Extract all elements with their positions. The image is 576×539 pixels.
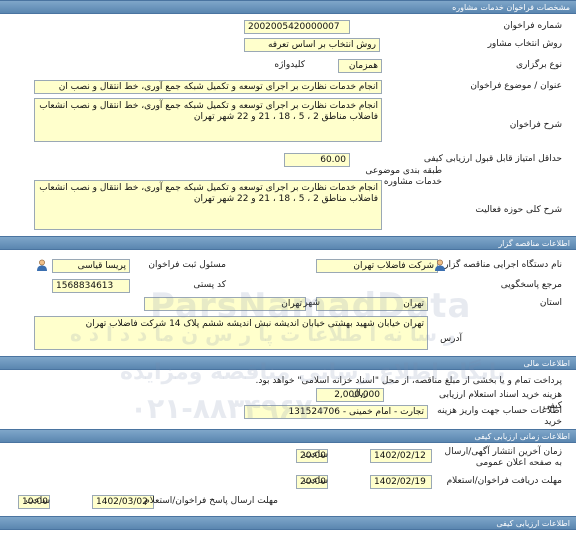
section-header-timing: اطلاعات زمانی ارزیابی کیفی (0, 429, 576, 443)
description-label: شرح فراخوان (509, 120, 562, 130)
last-publish-date: 1402/02/12 (370, 449, 432, 463)
watermark-line2: پایگاه اطلاع رسانی مناقصه ومزایده (120, 360, 506, 385)
receive-deadline-date: 1402/02/19 (370, 475, 432, 489)
user-icon[interactable] (434, 259, 446, 271)
watermark-phone: ۰۲۱-۸۸۳۴۹۶۷۰ (130, 392, 330, 425)
min-score-label: حداقل امتیاز قابل قبول ارزیابی کیفی (423, 154, 562, 164)
watermark-line1: ر سا نه ا طلاعا ت پا ر س ن ما د د ا د ه (70, 322, 456, 346)
type-label: نوع برگزاری (516, 60, 562, 70)
submit-deadline-time-label: ساعت (25, 496, 51, 506)
org-label: نام دستگاه اجرایی مناقصه گزار (444, 260, 562, 270)
account-label: اطلاعات حساب جهت واریز هزینه خرید (437, 406, 562, 427)
last-publish-time-label: ساعت (303, 450, 329, 460)
submit-deadline-label: مهلت ارسال پاسخ فراخوان/استعلام (144, 496, 278, 506)
type-field: همزمان (338, 59, 382, 73)
call-number-label: شماره فراخوان (503, 21, 563, 31)
title-field: انجام خدمات نظارت بر اجرای توسعه و تکمیل… (34, 80, 382, 94)
category-label: طبقه بندی موضوعی (365, 166, 442, 176)
method-label: روش انتخاب مشاور (487, 39, 562, 49)
org-field: شرکت فاضلاب تهران (316, 259, 438, 273)
province-label: استان (539, 298, 562, 308)
watermark-brand: ParsNamadData (150, 286, 472, 326)
call-number-field: 2002005420000007 (244, 20, 350, 34)
description-field: انجام خدمات نظارت بر اجرای توسعه و تکمیل… (34, 98, 382, 142)
title-label: عنوان / موضوع فراخوان (470, 81, 562, 91)
receive-deadline-time-label: ساعت (303, 476, 329, 486)
registrar-label: مسئول ثبت فراخوان (148, 260, 226, 270)
section-header-details: مشخصات فراخوان خدمات مشاوره (0, 0, 576, 14)
min-score-field: 60.00 (284, 153, 350, 167)
reference-label: مرجع پاسخگویی (500, 280, 562, 290)
currency-label: ریال (351, 389, 368, 399)
category-value: خدمات مشاوره (383, 177, 442, 187)
user-icon[interactable] (36, 259, 48, 271)
section-header-evaluation: اطلاعات ارزیابی کیفی (0, 516, 576, 530)
method-field: روش انتخاب بر اساس تعرفه (244, 38, 380, 52)
section-header-tender: اطلاعات مناقصه گزار (0, 236, 576, 250)
registrar-field: پریسا قیاسی (52, 259, 130, 273)
postal-field: 1568834613 (52, 279, 130, 293)
scope-field: انجام خدمات نظارت بر اجرای توسعه و تکمیل… (34, 180, 382, 230)
keyword-label: کلیدواژه (274, 60, 305, 70)
receive-deadline-label: مهلت دریافت فراخوان/استعلام (446, 476, 562, 486)
last-publish-label: زمان آخرین انتشار آگهی/ارسال به صفحه اعل… (444, 447, 562, 468)
scope-label: شرح کلی حوزه فعالیت (475, 205, 562, 215)
keyword-field (244, 59, 250, 73)
